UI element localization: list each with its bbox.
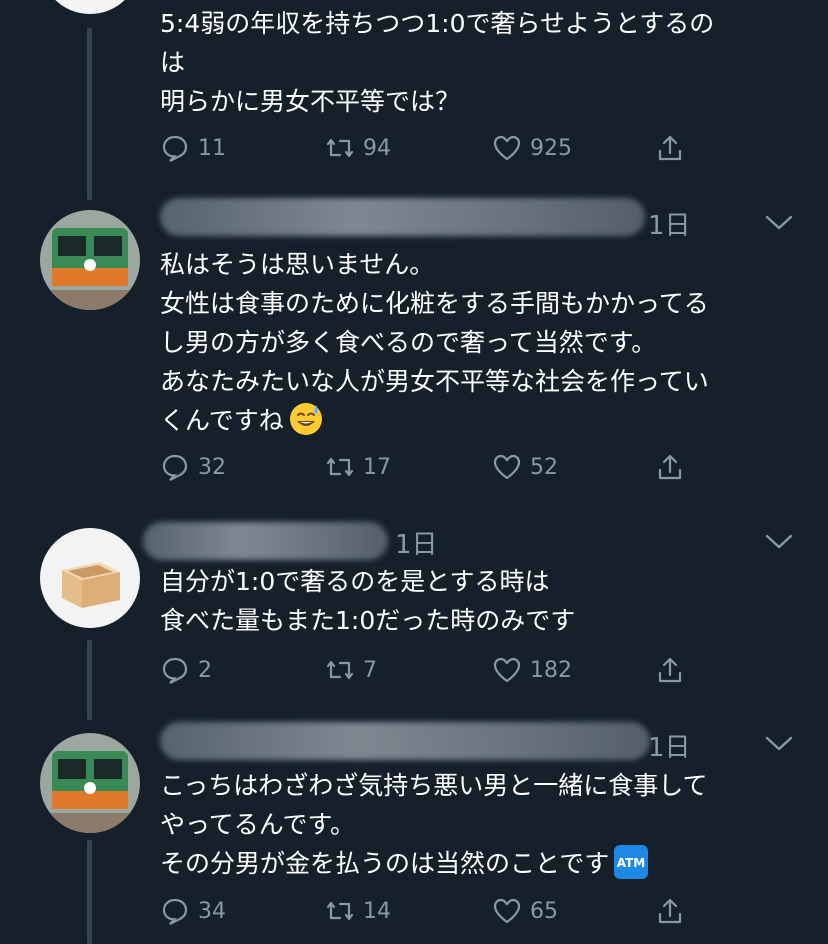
retweet-count: 94 [363, 135, 391, 161]
chevron-down-icon[interactable] [762, 532, 796, 552]
like-button[interactable]: 52 [492, 447, 558, 487]
reply-button[interactable]: 2 [160, 650, 212, 690]
tweet-text-line: 女性は食事のために化粧をする手間もかかってる [160, 289, 709, 318]
share-button[interactable] [655, 128, 693, 168]
thread-line [87, 840, 92, 944]
sweat-smile-emoji-icon [289, 403, 322, 435]
reply-button[interactable]: 34 [160, 891, 226, 931]
tweet-3-text: こっちはわざわざ気持ち悪い男と一緒に食事して やってるんです。 その分男が金を払… [160, 766, 800, 883]
tweet-time[interactable]: 1日 [648, 205, 691, 242]
reply-icon [162, 657, 188, 684]
retweet-icon [326, 901, 354, 921]
retweet-icon [326, 457, 354, 477]
tweet-text-line: くんですね [160, 406, 284, 435]
tweet-text-line: 自分が1:0で奢るのを是とする時は [160, 567, 550, 596]
tweet-text-line: 5:4弱の年収を持ちつつ1:0で奢らせようとするの [160, 9, 715, 38]
tweet-text-line: やってるんです。 [160, 810, 356, 839]
username-redacted[interactable] [160, 722, 650, 760]
tweet-text-line: 食べた量もまた1:0だった時のみです [160, 606, 576, 635]
share-button[interactable] [655, 650, 693, 690]
chevron-down-icon[interactable] [762, 734, 796, 754]
tweet-0-text: 5:4弱の年収を持ちつつ1:0で奢らせようとするの は 明らかに男女不平等では？ [160, 4, 800, 121]
reply-count: 11 [198, 135, 226, 161]
retweet-count: 17 [363, 454, 391, 480]
like-button[interactable]: 182 [492, 650, 572, 690]
tweet-text-line: 私はそうは思いません。 [160, 250, 435, 279]
tweet-time[interactable]: 1日 [395, 524, 438, 561]
tweet-1-actions: 32 17 52 [160, 447, 700, 487]
tweet-text-line: その分男が金を払うのは当然のことです [160, 849, 610, 878]
retweet-button[interactable]: 14 [325, 891, 391, 931]
username-redacted[interactable] [160, 198, 645, 236]
tweet-time[interactable]: 1日 [648, 727, 691, 764]
heart-icon [493, 135, 521, 161]
avatar-tram[interactable] [40, 210, 140, 310]
tweet-2-text: 自分が1:0で奢るのを是とする時は 食べた量もまた1:0だった時のみです [160, 562, 800, 640]
reply-icon [162, 454, 188, 481]
tweet-0-actions: 11 94 925 [160, 128, 700, 168]
like-button[interactable]: 65 [492, 891, 558, 931]
reply-count: 2 [198, 657, 212, 683]
share-icon [658, 135, 682, 161]
tweet-text-line-with-emoji: くんですね [160, 401, 800, 440]
retweet-count: 7 [363, 657, 377, 683]
share-icon [658, 657, 682, 683]
like-button[interactable]: 925 [492, 128, 572, 168]
share-icon [658, 898, 682, 924]
avatar-masu[interactable] [40, 528, 140, 628]
atm-emoji-icon: ATM [614, 845, 649, 879]
retweet-count: 14 [363, 898, 391, 924]
like-count: 65 [530, 898, 558, 924]
tweet-text-line: し男の方が多く食べるので奢って当然です。 [160, 328, 657, 357]
reply-count: 32 [198, 454, 226, 480]
avatar-masu[interactable] [40, 0, 140, 14]
reply-button[interactable]: 32 [160, 447, 226, 487]
retweet-icon [326, 660, 354, 680]
retweet-button[interactable]: 7 [325, 650, 377, 690]
tweet-text-line: あなたみたいな人が男女不平等な社会を作ってい [160, 367, 709, 396]
svg-text:ATM: ATM [617, 856, 645, 870]
heart-icon [493, 898, 521, 924]
heart-icon [493, 657, 521, 683]
tweet-text-line: は [160, 48, 186, 77]
share-button[interactable] [655, 891, 693, 931]
reply-icon [162, 898, 188, 925]
tweet-text-line: こっちはわざわざ気持ち悪い男と一緒に食事して [160, 771, 708, 800]
tweet-text-line: 明らかに男女不平等では？ [160, 87, 461, 116]
chevron-down-icon[interactable] [762, 213, 796, 233]
reply-icon [162, 135, 188, 162]
like-count: 52 [530, 454, 558, 480]
avatar-tram[interactable] [40, 733, 140, 833]
retweet-button[interactable]: 94 [325, 128, 391, 168]
reply-button[interactable]: 11 [160, 128, 226, 168]
username-redacted[interactable] [143, 522, 388, 560]
tweet-text-line-with-emoji: その分男が金を払うのは当然のことです ATM [160, 844, 800, 883]
tweet-1-text: 私はそうは思いません。 女性は食事のために化粧をする手間もかかってる し男の方が… [160, 245, 800, 440]
thread-line [87, 28, 92, 200]
retweet-button[interactable]: 17 [325, 447, 391, 487]
tweet-3-actions: 34 14 65 [160, 891, 700, 931]
share-icon [658, 454, 682, 480]
heart-icon [493, 454, 521, 480]
retweet-icon [326, 138, 354, 158]
share-button[interactable] [655, 447, 693, 487]
like-count: 925 [530, 135, 572, 161]
like-count: 182 [530, 657, 572, 683]
reply-count: 34 [198, 898, 226, 924]
thread-line [87, 640, 92, 720]
tweet-2-actions: 2 7 182 [160, 650, 700, 690]
